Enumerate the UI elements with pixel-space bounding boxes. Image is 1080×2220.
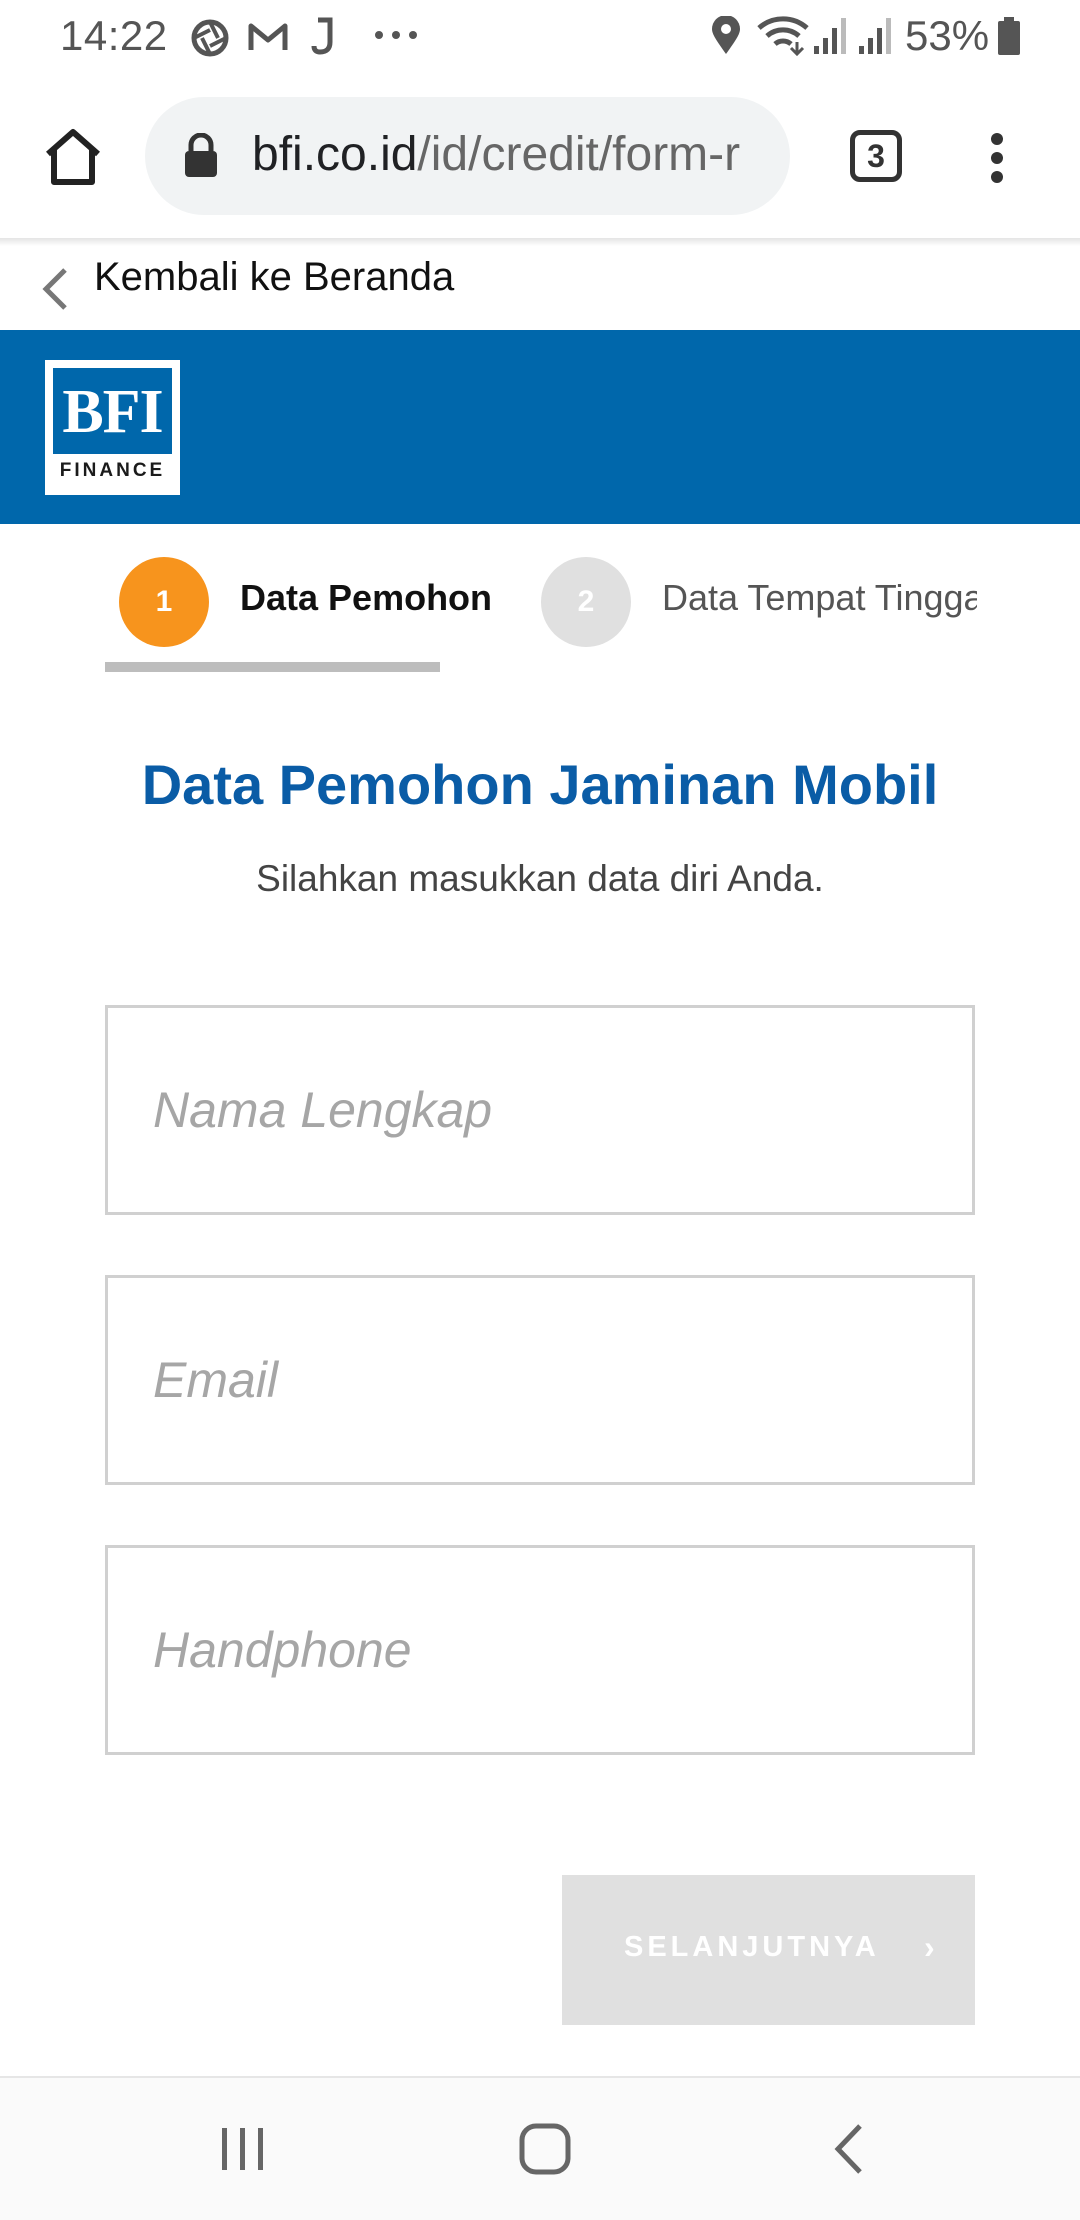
chevron-left-icon: [42, 268, 67, 310]
form-subtitle: Silahkan masukkan data diri Anda.: [256, 858, 824, 899]
step-2-label[interactable]: Data Tempat Tinggal: [662, 577, 977, 619]
step-2-number[interactable]: 2: [541, 557, 631, 647]
recent-apps-icon[interactable]: [218, 2124, 268, 2174]
more-dots-icon: [375, 31, 417, 39]
status-bar: 14:22 53%: [0, 0, 1080, 74]
next-button[interactable]: SELANJUTNYA ›: [562, 1875, 975, 2025]
form-stepper: 1 Data Pemohon 2 Data Tempat Tinggal: [0, 524, 1080, 684]
brand-header: BFI FINANCE: [0, 330, 1080, 524]
home-icon[interactable]: [42, 126, 104, 188]
battery-icon: [998, 17, 1020, 55]
step-1-label[interactable]: Data Pemohon: [240, 577, 492, 619]
back-link[interactable]: Kembali ke Beranda: [0, 246, 1080, 330]
browser-toolbar: bfi.co.id/id/credit/form-r 3: [0, 74, 1080, 242]
menu-dots-icon[interactable]: [990, 132, 1004, 184]
signal-icon: [859, 18, 891, 54]
chevron-right-icon: ›: [924, 1929, 939, 1965]
url-domain: bfi.co.id: [252, 128, 418, 181]
aperture-icon: [191, 19, 229, 57]
gmail-icon: [248, 23, 288, 50]
logo-mark: BFI: [53, 368, 172, 454]
next-button-label: SELANJUTNYA: [624, 1931, 880, 1963]
step-1-number[interactable]: 1: [119, 557, 209, 647]
system-nav-bar: [0, 2076, 1080, 2220]
url-text[interactable]: bfi.co.id/id/credit/form-r: [252, 127, 772, 182]
bfi-logo[interactable]: BFI FINANCE: [45, 360, 180, 495]
j-app-icon: [311, 17, 333, 55]
back-link-label: Kembali ke Beranda: [94, 255, 455, 299]
toolbar-shadow: [0, 238, 1080, 246]
active-step-indicator: [105, 662, 440, 672]
signal-icon: [814, 18, 846, 54]
tab-switcher-button[interactable]: 3: [850, 130, 902, 182]
back-nav-icon[interactable]: [828, 2122, 868, 2176]
battery-percent: 53%: [905, 12, 990, 59]
lock-icon: [185, 133, 217, 177]
location-icon: [712, 16, 740, 54]
address-bar[interactable]: bfi.co.id/id/credit/form-r: [145, 97, 790, 215]
url-path: /id/credit/form-r: [417, 128, 741, 181]
phone-field[interactable]: [105, 1545, 975, 1755]
logo-subtext: FINANCE: [59, 460, 166, 481]
email-field[interactable]: [105, 1275, 975, 1485]
wifi-icon: [757, 16, 809, 56]
home-nav-icon[interactable]: [518, 2122, 572, 2176]
form-title: Data Pemohon Jaminan Mobil: [141, 753, 939, 816]
full-name-field[interactable]: [105, 1005, 975, 1215]
status-time: 14:22: [60, 12, 168, 59]
